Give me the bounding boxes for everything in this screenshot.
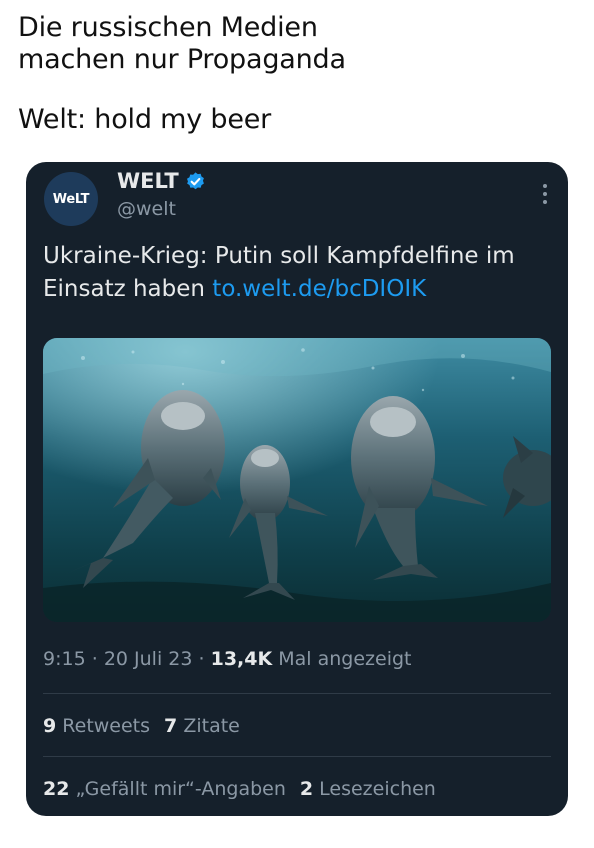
views-label: Mal angezeigt [278, 648, 412, 670]
tweet-date[interactable]: 20 Juli 23 [104, 648, 193, 670]
likes-label: „Gefällt mir“-Angaben [75, 778, 286, 800]
caption-line-1: Die russischen Medien [18, 12, 318, 43]
likes-link[interactable]: 22 „Gefällt mir“-Angaben [43, 778, 286, 800]
retweets-count: 9 [43, 715, 57, 737]
meta-separator: · [198, 648, 211, 670]
tweet-time[interactable]: 9:15 [43, 648, 86, 670]
bookmarks-link[interactable]: 2 Lesezeichen [300, 778, 436, 800]
views-count: 13,4K [210, 648, 273, 670]
quotes-count: 7 [164, 715, 178, 737]
tweet-link[interactable]: to.welt.de/bcDIOIK [212, 276, 426, 302]
tweet-media-image[interactable] [43, 338, 551, 622]
likes-count: 22 [43, 778, 70, 800]
dolphins-photo [43, 338, 551, 622]
author-name-row[interactable]: WELT [117, 169, 206, 193]
avatar-text: WeLT [52, 191, 90, 207]
bookmarks-count: 2 [299, 778, 314, 800]
divider [43, 756, 551, 757]
author-name[interactable]: WELT [117, 169, 179, 193]
meta-separator: · [91, 648, 104, 670]
tweet-card[interactable]: WeLT WELT @welt Ukraine-Krieg: Putin sol… [26, 162, 568, 816]
quotes-link[interactable]: 7 Zitate [164, 715, 240, 737]
more-options-icon[interactable] [542, 184, 548, 204]
tweet-text: Ukraine-Krieg: Putin soll Kampfdelfine i… [43, 240, 553, 306]
bookmarks-label: Lesezeichen [319, 778, 436, 800]
engagement-row-2: 22 „Gefällt mir“-Angaben 2 Lesezeichen [43, 778, 436, 800]
retweets-link[interactable]: 9 Retweets [43, 715, 150, 737]
caption-line-2: machen nur Propaganda [18, 44, 346, 75]
caption-line-3: Welt: hold my beer [18, 104, 272, 135]
quotes-label: Zitate [183, 715, 240, 737]
author-handle[interactable]: @welt [117, 198, 176, 220]
divider [43, 693, 551, 694]
meme-caption-top: Die russischen Medien machen nur Propaga… [18, 12, 346, 76]
verified-badge-icon [186, 171, 204, 189]
avatar[interactable]: WeLT [44, 172, 98, 226]
retweets-label: Retweets [62, 715, 151, 737]
engagement-row-1: 9 Retweets 7 Zitate [43, 715, 240, 737]
tweet-meta: 9:15 · 20 Juli 23 · 13,4K Mal angezeigt [43, 648, 412, 670]
